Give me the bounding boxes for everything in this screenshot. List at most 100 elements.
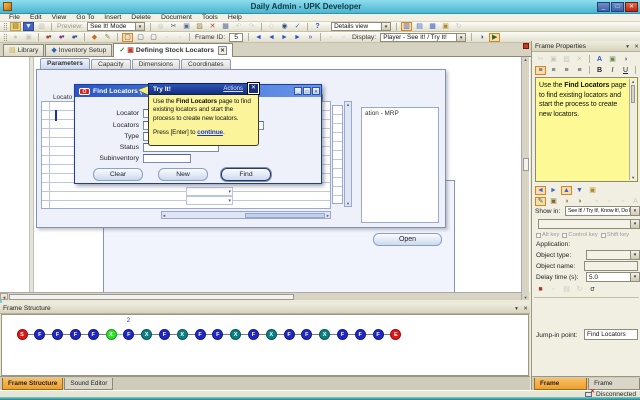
scroll-up-icon[interactable]: ▲ xyxy=(345,102,351,107)
close-icon[interactable]: ✕ xyxy=(632,42,640,51)
scrollbar-thumb[interactable] xyxy=(9,293,294,300)
menu-view[interactable]: View xyxy=(47,14,72,21)
frame-node-frame[interactable]: F xyxy=(247,329,259,340)
frame-node-frame[interactable]: F xyxy=(354,329,366,340)
insert-end-frame-icon[interactable]: ● ▾ xyxy=(69,33,80,42)
grid-row-selectors[interactable] xyxy=(332,105,343,204)
menu-document[interactable]: Document xyxy=(156,14,197,21)
scroll-right-icon[interactable]: ► xyxy=(326,213,330,218)
next-frame-icon[interactable]: ► xyxy=(279,33,290,42)
delete-icon[interactable]: ✕ xyxy=(207,22,218,31)
menu-tools[interactable]: Tools xyxy=(197,14,223,21)
player-preview-icon[interactable]: ▶ xyxy=(489,32,501,42)
sound-editor-icon[interactable]: ◑ xyxy=(476,33,487,42)
bold-icon[interactable]: B xyxy=(594,66,605,75)
first-frame-icon[interactable]: ◄ xyxy=(253,33,264,42)
continue-link[interactable]: continue xyxy=(197,129,223,136)
grid-dropdown-cell[interactable]: ▾ xyxy=(186,187,233,196)
field-subinventory[interactable] xyxy=(143,154,191,163)
jump-in-point-field[interactable]: Find Locators xyxy=(584,329,638,340)
bubble-color-icon[interactable]: ▣ xyxy=(587,186,598,195)
edit-screenshot-icon[interactable]: ✎ xyxy=(102,33,113,42)
last-frame-icon[interactable]: ► xyxy=(292,33,303,42)
bubble-pointer-up-icon[interactable]: ▲ xyxy=(561,185,572,195)
insert-explanation-frame-icon[interactable]: ● ▾ xyxy=(43,33,54,42)
maximize-button[interactable]: □ xyxy=(611,1,624,12)
bubble-text-editor[interactable]: Use the Find Locators page to find exist… xyxy=(535,77,638,182)
cut-icon[interactable]: ✂ xyxy=(168,22,179,31)
document-tab-defining-stock-locators[interactable]: ✓ ▣ Defining Stock Locators ✕ xyxy=(113,43,234,57)
spellcheck-icon[interactable]: ✓ xyxy=(292,22,303,31)
clear-button[interactable]: Clear xyxy=(93,168,143,181)
frame-node-current[interactable]: X xyxy=(105,329,117,340)
template-text-icon[interactable]: ✎ xyxy=(535,196,546,206)
document-tab-library[interactable]: ▤ Library xyxy=(3,44,45,56)
open-icon[interactable]: ▤ xyxy=(10,22,21,31)
align-center-icon[interactable]: ≡ xyxy=(548,66,559,75)
frame-node-frame[interactable]: F xyxy=(123,329,135,340)
export-sound-icon[interactable]: ◑ xyxy=(574,197,585,206)
frame-node-decision[interactable]: X xyxy=(176,329,188,340)
bubble-pointer-left-icon[interactable]: ◄ xyxy=(535,185,546,195)
bubble-actions-link[interactable]: Actions xyxy=(223,86,243,92)
dialog-close-button[interactable]: ✕ xyxy=(312,87,320,95)
frame-node-decision[interactable]: X xyxy=(319,329,331,340)
editor-scrollbar[interactable]: ▲ ▼ xyxy=(629,79,636,180)
font-icon[interactable]: A xyxy=(594,55,605,64)
copy-icon[interactable]: ▣ xyxy=(181,22,192,31)
scroll-left-icon[interactable]: ◄ xyxy=(162,213,166,218)
scroll-down-icon[interactable]: ▼ xyxy=(345,201,351,206)
frame-node-decision[interactable]: X xyxy=(141,329,153,340)
menu-insert[interactable]: Insert xyxy=(99,14,126,21)
scroll-up-icon[interactable]: ▲ xyxy=(522,57,529,62)
dialog-minimize-button[interactable]: _ xyxy=(294,87,302,95)
align-justify-icon[interactable]: ≡ xyxy=(574,66,585,75)
frame-node-frame[interactable]: F xyxy=(372,329,384,340)
find-button[interactable]: Find xyxy=(221,168,271,181)
split-view-icon[interactable]: ▦ xyxy=(427,22,438,31)
menu-file[interactable]: File xyxy=(4,14,25,21)
panel-tab-frame-structure[interactable]: Frame Structure xyxy=(2,378,64,390)
scroll-left-icon[interactable]: ◄ xyxy=(0,293,8,300)
help-icon[interactable]: ? xyxy=(312,22,323,31)
string-input-icon[interactable]: σ xyxy=(587,285,598,294)
preview-mode-combo[interactable]: See It! Mode ▾ xyxy=(87,22,146,31)
tile-view-icon[interactable]: ▤ xyxy=(414,22,425,31)
close-icon[interactable]: ✕ xyxy=(521,304,530,313)
scroll-down-icon[interactable]: ▼ xyxy=(522,295,529,300)
italic-icon[interactable]: I xyxy=(607,66,618,75)
insert-decision-frame-icon[interactable]: ● ▾ xyxy=(56,33,67,42)
align-right-icon[interactable]: ≡ xyxy=(561,66,572,75)
form-vertical-scrollbar[interactable]: ▲ ▼ xyxy=(344,101,352,207)
import-sound-icon[interactable]: ◑ xyxy=(561,197,572,206)
paste-icon[interactable]: ▨ xyxy=(194,22,205,31)
main-horizontal-scrollbar[interactable]: ◄ xyxy=(0,292,521,300)
frame-node-frame[interactable]: F xyxy=(87,329,99,340)
frame-node-decision[interactable]: X xyxy=(230,329,242,340)
scrollbar-thumb[interactable] xyxy=(245,213,325,218)
insert-sound-icon[interactable]: ◑ xyxy=(620,55,631,64)
menu-help[interactable]: Help xyxy=(223,14,247,21)
bubble-pointer-down-icon[interactable]: ▼ xyxy=(574,186,585,195)
duplicate-icon[interactable]: ▦ xyxy=(220,22,231,31)
close-button[interactable]: ✕ xyxy=(625,1,638,12)
menu-go-to[interactable]: Go To xyxy=(71,14,99,21)
close-tab-icon[interactable]: ✕ xyxy=(218,46,228,55)
frame-node-frame[interactable]: F xyxy=(301,329,313,340)
panel-tab-sound-editor[interactable]: Sound Editor xyxy=(64,378,114,390)
form-tab-dimensions[interactable]: Dimensions xyxy=(131,59,181,69)
open-button[interactable]: Open xyxy=(373,233,442,246)
previous-frame-icon[interactable]: ◄ xyxy=(266,33,277,42)
frame-node-end[interactable]: E xyxy=(390,329,402,340)
save-icon[interactable]: ▼ xyxy=(23,22,34,31)
action-type-icon[interactable]: ■ xyxy=(535,285,546,294)
menu-delete[interactable]: Delete xyxy=(126,14,156,21)
find-icon[interactable]: ◉ xyxy=(279,22,290,31)
document-tab-inventory-setup[interactable]: ◆ Inventory Setup xyxy=(45,44,113,56)
bubble-pointer-icon[interactable]: ▢ xyxy=(135,33,146,42)
frame-node-frame[interactable]: F xyxy=(52,329,64,340)
custom-text-icon[interactable]: ▣ xyxy=(548,197,559,206)
scrollbar-thumb[interactable] xyxy=(631,85,635,103)
frame-node-frame[interactable]: F xyxy=(212,329,224,340)
library-view-combo[interactable]: Details view ▾ xyxy=(331,22,392,31)
